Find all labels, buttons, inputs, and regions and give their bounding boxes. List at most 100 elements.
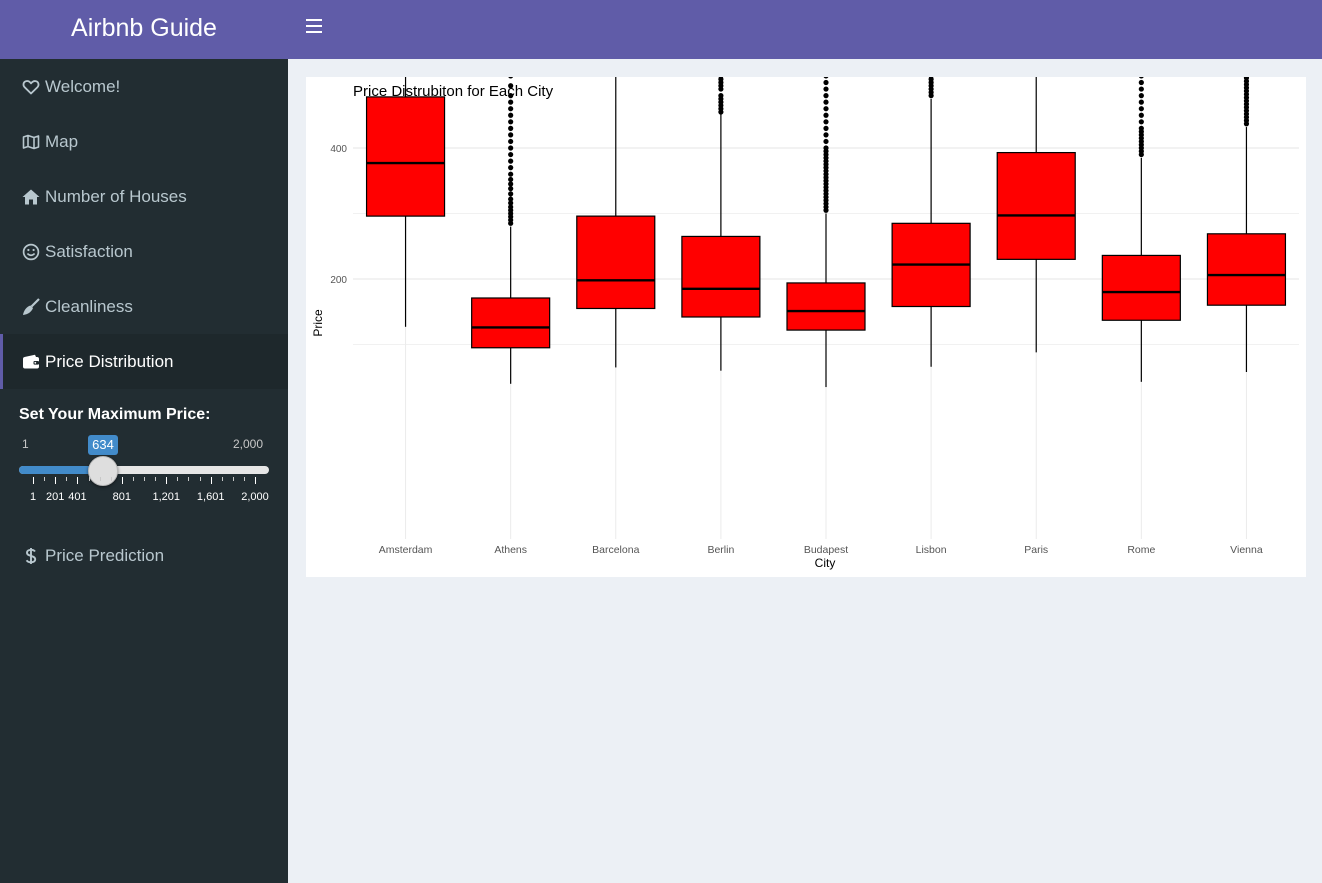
box-lisbon [891, 77, 971, 367]
price-boxplot-chart: Price Distrubiton for Each City Price Ci… [311, 77, 1299, 570]
outlier-point [508, 196, 514, 202]
interquartile-box [1101, 254, 1181, 321]
outlier-point [508, 106, 514, 112]
outlier-point [1138, 77, 1144, 79]
x-tick-label: Athens [494, 544, 527, 556]
slider-major-tick [210, 477, 212, 484]
smile-icon [22, 243, 40, 261]
slider-major-tick [33, 477, 34, 484]
slider-minor-tick [44, 477, 46, 481]
slider-minor-tick [199, 477, 201, 481]
outlier-point [508, 99, 514, 105]
sidebar-item-welcome[interactable]: Welcome! [0, 59, 288, 114]
box-athens [471, 77, 551, 384]
x-tick-label: Lisbon [916, 544, 947, 556]
slider-minor-tick [99, 477, 101, 481]
slider-minor-tick [221, 477, 223, 481]
slider-tick-label: 2,000 [241, 491, 269, 503]
x-tick-label: Berlin [707, 544, 734, 556]
outlier-point [508, 158, 514, 164]
sidebar-item-price-prediction[interactable]: Price Prediction [0, 528, 288, 583]
x-tick-label: Barcelona [592, 544, 639, 556]
interquartile-box [576, 215, 656, 310]
outlier-point [823, 112, 829, 118]
slider-minor-tick [110, 477, 112, 481]
outlier-point [508, 119, 514, 125]
slider-minor-tick [243, 477, 245, 481]
outlier-point [823, 106, 829, 112]
map-icon [22, 133, 40, 151]
outlier-point [1138, 106, 1144, 112]
outlier-point [1138, 125, 1144, 131]
sidebar-item-number-of-houses[interactable]: Number of Houses [0, 169, 288, 224]
outlier-point [823, 99, 829, 105]
broom-icon [22, 297, 40, 316]
box-barcelona [576, 77, 656, 368]
outlier-point [508, 151, 514, 158]
home-icon [22, 188, 40, 206]
x-tick-label: Rome [1127, 544, 1155, 556]
outlier-point [508, 132, 514, 138]
slider-minor-tick [155, 477, 157, 481]
sidebar-item-label: Cleanliness [45, 296, 133, 316]
outlier-point [823, 77, 829, 79]
hamburger-menu-icon[interactable] [306, 18, 322, 34]
sidebar-item-label: Price Distribution [45, 351, 174, 371]
box-berlin [681, 77, 761, 371]
x-tick-label: Vienna [1230, 544, 1263, 556]
y-tick-label: 400 [330, 144, 347, 155]
slider-minor-tick [66, 477, 68, 481]
box-amsterdam [365, 77, 446, 327]
sidebar-item-label: Price Prediction [45, 545, 165, 565]
sidebar-item-map[interactable]: Map [0, 114, 288, 169]
slider-minor-tick [88, 477, 90, 481]
slider-major-tick [166, 477, 168, 484]
sidebar-item-price-distribution[interactable]: Price Distribution [0, 334, 288, 389]
outlier-point [508, 186, 514, 192]
slider-minor-tick [177, 477, 179, 481]
slider-minor-tick [144, 477, 145, 481]
slider-major-tick [121, 477, 123, 484]
interquartile-box [365, 96, 446, 217]
outlier-point [508, 125, 514, 131]
slider-tick-label: 1 [29, 491, 37, 503]
outlier-point [508, 191, 514, 197]
sidebar-item-label: Welcome! [45, 76, 121, 96]
app-title: Airbnb Guide [0, 0, 288, 59]
x-tick-label: Budapest [804, 544, 848, 556]
slider-minor-tick [132, 477, 134, 481]
outlier-point [823, 138, 829, 145]
price-distribution-panel: Price Distrubiton for Each City Price Ci… [306, 77, 1306, 577]
interquartile-box [471, 297, 551, 349]
outlier-point [1138, 93, 1144, 99]
outlier-point [508, 145, 514, 151]
slider-track[interactable] [19, 466, 269, 474]
outlier-point [823, 125, 829, 131]
interquartile-box [996, 151, 1076, 260]
interquartile-box [681, 235, 761, 318]
outlier-point [823, 119, 829, 125]
outlier-point [508, 176, 514, 183]
outlier-point [1138, 86, 1144, 92]
outlier-point [508, 77, 514, 79]
sidebar-item-label: Satisfaction [45, 241, 133, 261]
slider-tick-label: 1,201 [152, 491, 181, 503]
slider-tick-label: 801 [112, 491, 132, 503]
slider-minor-tick [232, 477, 234, 481]
slider-axis: 1 201 401 801 1,201 1,601 2,000 [19, 477, 269, 507]
box-vienna [1206, 77, 1287, 373]
slider-major-tick [55, 477, 57, 484]
max-price-label: Set Your Maximum Price: [19, 406, 211, 423]
x-axis-label: City [815, 556, 836, 570]
slider-max-label: 2,000 [233, 437, 264, 451]
y-axis-label: Price [311, 309, 325, 337]
heart-icon [22, 78, 40, 96]
sidebar-item-satisfaction[interactable]: Satisfaction [0, 224, 288, 279]
box-paris [996, 77, 1076, 353]
outlier-point [823, 93, 829, 99]
sidebar-item-cleanliness[interactable]: Cleanliness [0, 279, 288, 334]
sidebar-item-label: Number of Houses [45, 186, 187, 206]
outlier-point [508, 138, 514, 145]
sidebar: Welcome! Map Number of Houses Satisfacti… [0, 59, 288, 883]
top-navbar [288, 0, 1322, 59]
